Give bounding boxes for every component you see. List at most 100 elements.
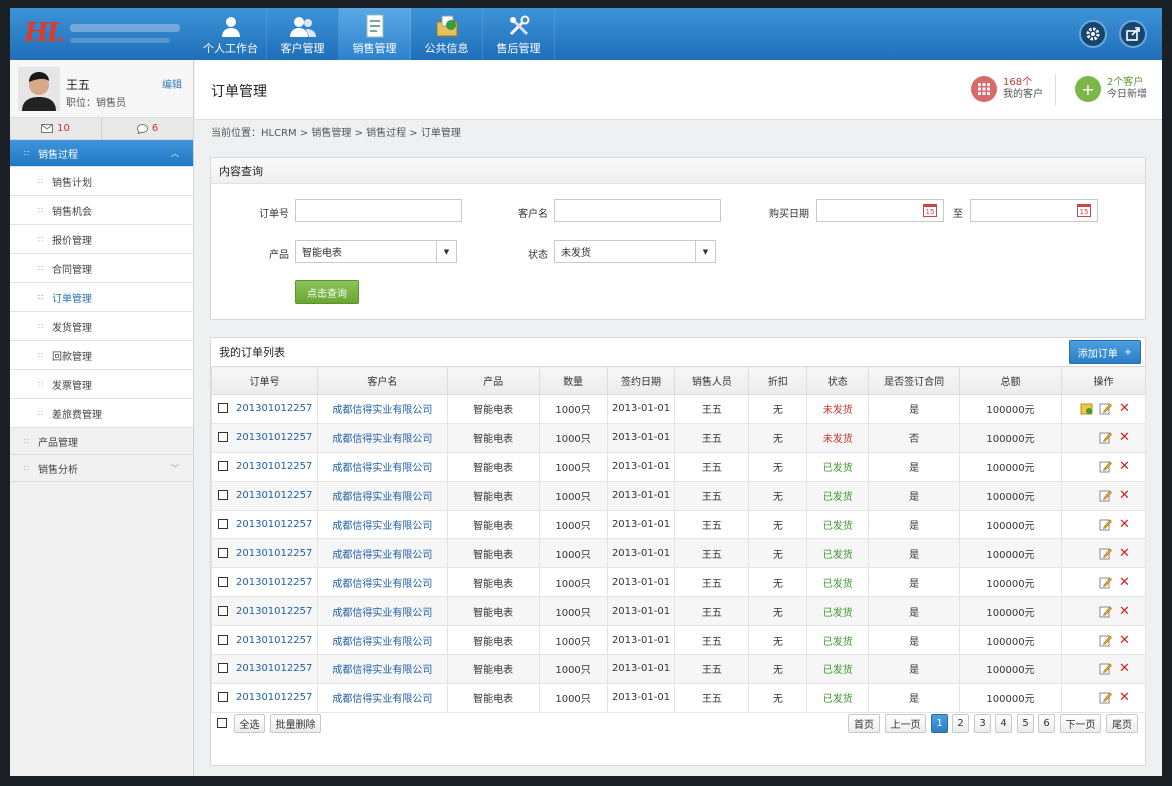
row-checkbox[interactable] xyxy=(218,576,228,587)
menu-group-sales-process[interactable]: ∷ 销售过程 ︿ xyxy=(10,140,193,167)
column-header[interactable]: 总额 xyxy=(959,366,1062,395)
table-row[interactable]: 201301012257 成都信得实业有限公司 智能电表 1000只 2013-01-0… xyxy=(211,682,1147,713)
delete-icon[interactable]: ✕ xyxy=(1118,661,1131,676)
delete-icon[interactable]: ✕ xyxy=(1118,401,1131,416)
sidebar-item-invoices[interactable]: ∷ 发票管理 xyxy=(10,370,193,399)
order-number-link[interactable]: 201301012257 xyxy=(236,577,312,588)
menu-group-sales-analysis[interactable]: ∷ 销售分析 ﹀ xyxy=(10,455,193,482)
order-number-cell[interactable]: 201301012257 xyxy=(211,654,318,684)
edit-icon[interactable] xyxy=(1099,460,1112,473)
order-number-link[interactable]: 201301012257 xyxy=(236,606,312,617)
column-header[interactable]: 折扣 xyxy=(748,366,808,395)
order-number-link[interactable]: 201301012257 xyxy=(236,403,312,414)
column-header[interactable]: 订单号 xyxy=(211,366,318,395)
table-row[interactable]: 201301012257 成都信得实业有限公司 智能电表 1000只 2013-01-0… xyxy=(211,422,1147,453)
delete-icon[interactable]: ✕ xyxy=(1118,430,1131,445)
customer-name-input[interactable] xyxy=(554,199,721,222)
order-number-cell[interactable]: 201301012257 xyxy=(211,625,318,656)
logout-button[interactable] xyxy=(1119,20,1147,48)
table-row[interactable]: 201301012257 成都信得实业有限公司 智能电表 1000只 2013-01-0… xyxy=(211,596,1147,627)
order-number-cell[interactable]: 201301012257 xyxy=(211,567,318,598)
row-checkbox[interactable] xyxy=(218,663,228,674)
customer-cell[interactable]: 成都信得实业有限公司 xyxy=(316,509,448,540)
select-all-checkbox[interactable] xyxy=(217,718,227,728)
edit-icon[interactable] xyxy=(1099,662,1112,675)
edit-icon[interactable] xyxy=(1099,489,1112,502)
edit-icon[interactable] xyxy=(1099,634,1112,647)
row-checkbox[interactable] xyxy=(218,519,228,529)
order-number-cell[interactable]: 201301012257 xyxy=(211,509,318,540)
order-number-link[interactable]: 201301012257 xyxy=(236,548,312,559)
row-checkbox[interactable] xyxy=(218,403,228,414)
customer-cell[interactable]: 成都信得实业有限公司 xyxy=(316,394,448,424)
delete-icon[interactable]: ✕ xyxy=(1118,690,1131,705)
batch-delete-button[interactable]: 批量删除 xyxy=(270,714,321,733)
page-6-button[interactable]: 6 xyxy=(1038,714,1055,733)
search-button[interactable]: 点击查询 xyxy=(295,280,359,304)
table-row[interactable]: 201301012257 成都信得实业有限公司 智能电表 1000只 2013-01-0… xyxy=(211,480,1147,511)
order-number-link[interactable]: 201301012257 xyxy=(236,635,312,646)
order-number-cell[interactable]: 201301012257 xyxy=(211,451,318,482)
order-number-link[interactable]: 201301012257 xyxy=(236,432,312,443)
column-header[interactable]: 销售人员 xyxy=(674,366,750,395)
customer-cell[interactable]: 成都信得实业有限公司 xyxy=(316,480,448,511)
order-number-cell[interactable]: 201301012257 xyxy=(211,422,318,453)
sidebar-item-orders[interactable]: ∷ 订单管理 xyxy=(10,283,193,312)
column-header[interactable]: 产品 xyxy=(446,366,540,395)
delete-icon[interactable]: ✕ xyxy=(1118,488,1131,503)
edit-icon[interactable] xyxy=(1099,431,1112,444)
delete-icon[interactable]: ✕ xyxy=(1118,546,1131,561)
delete-icon[interactable]: ✕ xyxy=(1118,517,1131,532)
mail-counter[interactable]: 10 xyxy=(10,118,102,139)
customer-cell[interactable]: 成都信得实业有限公司 xyxy=(316,567,448,598)
edit-icon[interactable] xyxy=(1099,547,1112,560)
edit-icon[interactable] xyxy=(1099,402,1112,415)
sidebar-item-payments[interactable]: ∷ 回款管理 xyxy=(10,341,193,370)
first-page-button[interactable]: 首页 xyxy=(848,714,880,733)
column-header[interactable]: 客户名 xyxy=(316,366,448,395)
page-2-button[interactable]: 2 xyxy=(952,714,969,733)
customer-cell[interactable]: 成都信得实业有限公司 xyxy=(316,682,448,713)
row-checkbox[interactable] xyxy=(218,547,228,558)
nav-public-info[interactable]: 公共信息 xyxy=(411,8,483,60)
delete-icon[interactable]: ✕ xyxy=(1118,575,1131,590)
customer-cell[interactable]: 成都信得实业有限公司 xyxy=(316,451,448,482)
chat-counter[interactable]: 6 xyxy=(102,118,193,139)
date-to-input[interactable]: 15 xyxy=(970,199,1098,222)
order-number-cell[interactable]: 201301012257 xyxy=(211,538,318,569)
menu-group-products[interactable]: ∷ 产品管理 xyxy=(10,428,193,455)
customer-cell[interactable]: 成都信得实业有限公司 xyxy=(316,654,448,684)
order-number-link[interactable]: 201301012257 xyxy=(236,519,312,530)
page-4-button[interactable]: 4 xyxy=(995,714,1012,733)
status-select[interactable]: 未发货 ▼ xyxy=(554,240,716,263)
row-checkbox[interactable] xyxy=(218,605,228,616)
page-5-button[interactable]: 5 xyxy=(1017,714,1034,733)
edit-profile-link[interactable]: 编辑 xyxy=(162,76,182,91)
order-number-link[interactable]: 201301012257 xyxy=(236,461,312,472)
order-number-link[interactable]: 201301012257 xyxy=(236,663,312,674)
order-number-link[interactable]: 201301012257 xyxy=(236,692,312,703)
sidebar-item-quotes[interactable]: ∷ 报价管理 xyxy=(10,225,193,254)
sidebar-item-travel-expenses[interactable]: ∷ 差旅费管理 xyxy=(10,399,193,428)
select-all-button[interactable]: 全选 xyxy=(234,714,265,733)
my-customers-stat[interactable]: 168个 我的客户 xyxy=(971,76,1043,102)
customer-cell[interactable]: 成都信得实业有限公司 xyxy=(316,538,448,569)
row-checkbox[interactable] xyxy=(218,634,228,645)
ship-icon[interactable] xyxy=(1080,402,1093,415)
nav-customers[interactable]: 客户管理 xyxy=(267,8,339,60)
calendar-icon[interactable]: 15 xyxy=(1077,204,1091,217)
nav-after-sales[interactable]: 售后管理 xyxy=(483,8,555,60)
delete-icon[interactable]: ✕ xyxy=(1118,459,1131,474)
table-row[interactable]: 201301012257 成都信得实业有限公司 智能电表 1000只 2013-01-0… xyxy=(211,654,1147,684)
column-header[interactable]: 签约日期 xyxy=(606,366,676,395)
row-checkbox[interactable] xyxy=(218,432,228,443)
page-1-button[interactable]: 1 xyxy=(931,714,948,733)
page-3-button[interactable]: 3 xyxy=(974,714,991,733)
product-select[interactable]: 智能电表 ▼ xyxy=(295,240,457,263)
customer-cell[interactable]: 成都信得实业有限公司 xyxy=(316,596,448,627)
customer-cell[interactable]: 成都信得实业有限公司 xyxy=(316,422,448,453)
order-number-cell[interactable]: 201301012257 xyxy=(211,394,318,424)
customer-cell[interactable]: 成都信得实业有限公司 xyxy=(316,625,448,656)
order-number-cell[interactable]: 201301012257 xyxy=(211,682,318,713)
column-header[interactable]: 是否签订合同 xyxy=(868,366,961,395)
